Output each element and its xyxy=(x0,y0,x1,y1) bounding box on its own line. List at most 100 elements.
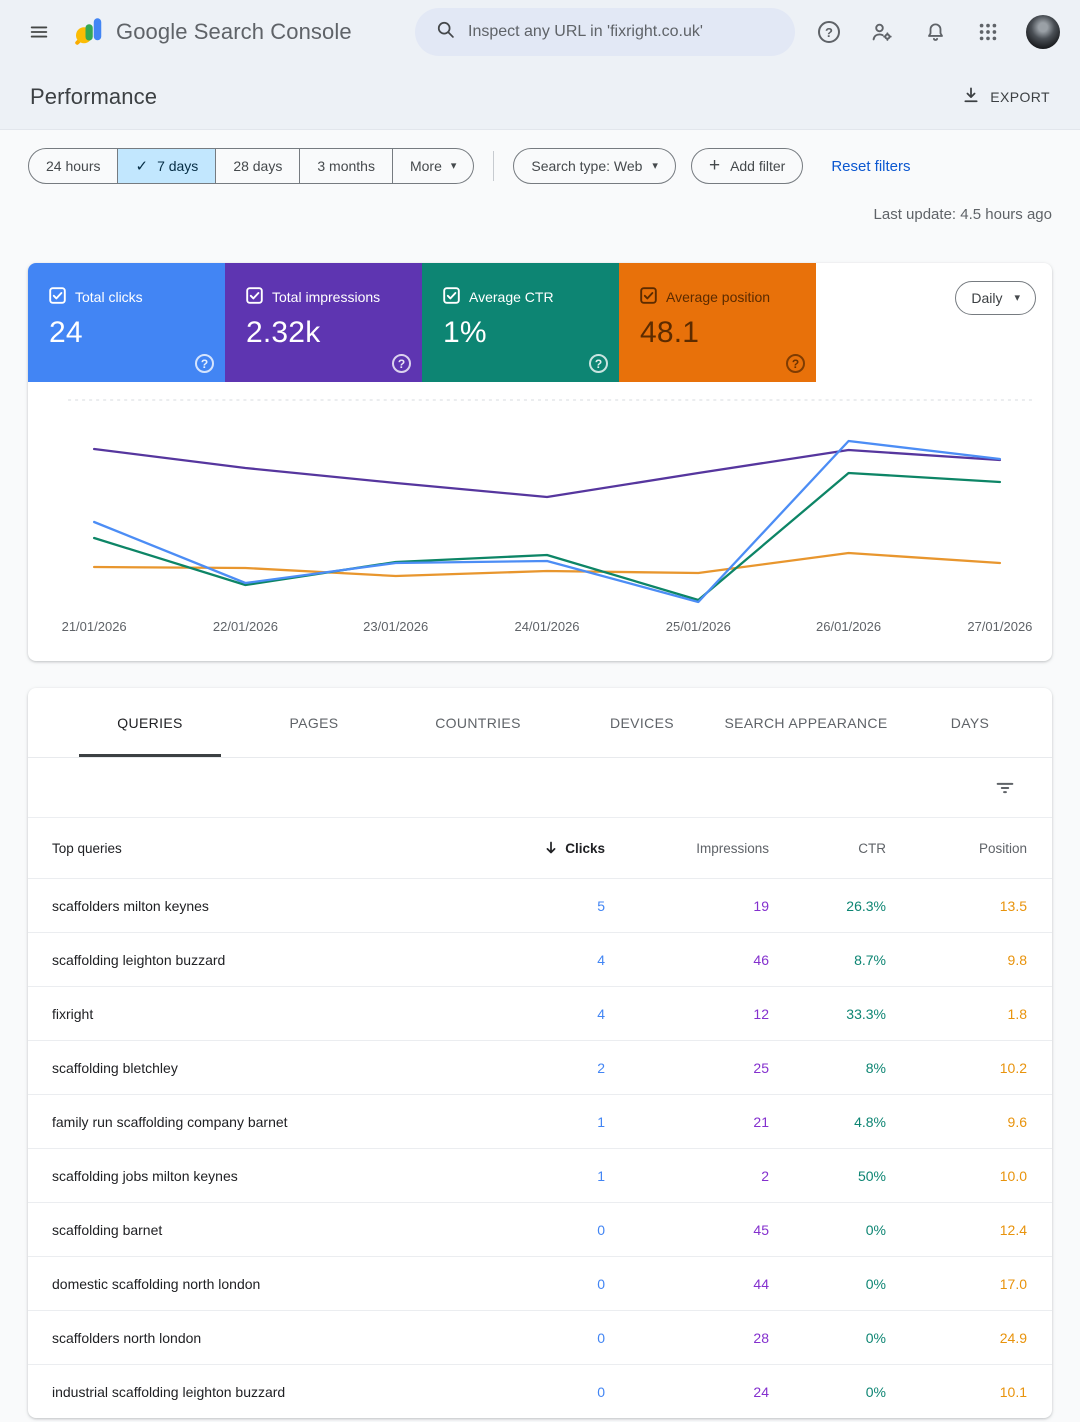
tab-queries[interactable]: QUERIES xyxy=(68,688,232,757)
table-row[interactable]: family run scaffolding company barnet121… xyxy=(28,1094,1052,1148)
metric-label: Total impressions xyxy=(272,289,380,305)
query-cell[interactable]: scaffolding bletchley xyxy=(52,1060,475,1076)
metric-help-icon[interactable]: ? xyxy=(589,354,608,373)
metric-tiles: Total clicks24?Total impressions2.32k?Av… xyxy=(28,263,816,382)
table-row[interactable]: fixright41233.3%1.8 xyxy=(28,986,1052,1040)
column-header-impressions[interactable]: Impressions xyxy=(605,841,769,856)
clicks-value: 4 xyxy=(475,1006,605,1022)
table-header-row: Top queriesClicksImpressionsCTRPosition xyxy=(28,818,1052,878)
clicks-value: 1 xyxy=(475,1114,605,1130)
query-cell[interactable]: scaffolders north london xyxy=(52,1330,475,1346)
chevron-down-icon: ▾ xyxy=(451,161,457,172)
date-range-chip-7-days[interactable]: ✓7 days xyxy=(118,148,216,184)
position-value: 10.2 xyxy=(886,1060,1027,1076)
add-filter-chip[interactable]: + Add filter xyxy=(691,148,803,184)
checked-checkbox-icon[interactable] xyxy=(443,287,460,307)
query-cell[interactable]: scaffolders milton keynes xyxy=(52,898,475,914)
column-header-clicks[interactable]: Clicks xyxy=(475,840,605,856)
search-type-chip[interactable]: Search type: Web ▾ xyxy=(513,148,676,184)
google-search-console-app: Google Search Console ? xyxy=(0,0,1080,1422)
help-button[interactable]: ? xyxy=(808,11,850,53)
metric-help-icon[interactable]: ? xyxy=(392,354,411,373)
position-value: 10.1 xyxy=(886,1384,1027,1400)
chip-label: 28 days xyxy=(233,158,282,174)
date-range-chip-3-months[interactable]: 3 months xyxy=(300,148,393,184)
metric-tile-average-ctr[interactable]: Average CTR1%? xyxy=(422,263,619,382)
metric-label: Average CTR xyxy=(469,289,554,305)
plus-icon: + xyxy=(709,156,720,175)
date-range-chip-24-hours[interactable]: 24 hours xyxy=(28,148,118,184)
ctr-value: 26.3% xyxy=(769,898,886,914)
date-range-chip-more[interactable]: More▾ xyxy=(393,148,474,184)
tab-devices[interactable]: DEVICES xyxy=(560,688,724,757)
ctr-value: 0% xyxy=(769,1384,886,1400)
query-cell[interactable]: family run scaffolding company barnet xyxy=(52,1114,475,1130)
column-header-position[interactable]: Position xyxy=(886,841,1027,856)
table-row[interactable]: scaffolding barnet0450%12.4 xyxy=(28,1202,1052,1256)
export-button[interactable]: EXPORT xyxy=(961,85,1050,108)
interval-selector-wrap: Daily ▾ xyxy=(955,263,1052,382)
tab-countries[interactable]: COUNTRIES xyxy=(396,688,560,757)
ctr-value: 8.7% xyxy=(769,952,886,968)
query-cell[interactable]: fixright xyxy=(52,1006,475,1022)
performance-line-chart[interactable]: 21/01/202622/01/202623/01/202624/01/2026… xyxy=(28,382,1052,661)
metric-tile-average-position[interactable]: Average position48.1? xyxy=(619,263,816,382)
clicks-value: 5 xyxy=(475,898,605,914)
metric-help-icon[interactable]: ? xyxy=(195,354,214,373)
table-row[interactable]: scaffolding jobs milton keynes1250%10.0 xyxy=(28,1148,1052,1202)
interval-dropdown[interactable]: Daily ▾ xyxy=(955,281,1036,315)
metric-help-icon[interactable]: ? xyxy=(786,354,805,373)
table-row[interactable]: scaffolding bletchley2258%10.2 xyxy=(28,1040,1052,1094)
chip-label: 24 hours xyxy=(46,158,100,174)
impressions-value: 28 xyxy=(605,1330,769,1346)
tab-days[interactable]: DAYS xyxy=(888,688,1052,757)
clicks-value: 4 xyxy=(475,952,605,968)
clicks-value: 1 xyxy=(475,1168,605,1184)
query-cell[interactable]: scaffolding jobs milton keynes xyxy=(52,1168,475,1184)
checked-checkbox-icon[interactable] xyxy=(640,287,657,307)
url-inspection-input[interactable] xyxy=(468,23,785,41)
table-row[interactable]: scaffolders milton keynes51926.3%13.5 xyxy=(28,878,1052,932)
google-apps-button[interactable] xyxy=(967,11,1009,53)
column-header-ctr[interactable]: CTR xyxy=(769,841,886,856)
query-cell[interactable]: domestic scaffolding north london xyxy=(52,1276,475,1292)
metric-tile-total-clicks[interactable]: Total clicks24? xyxy=(28,263,225,382)
url-inspection-searchbox[interactable] xyxy=(415,8,795,56)
interval-label: Daily xyxy=(971,290,1002,306)
query-cell[interactable]: scaffolding leighton buzzard xyxy=(52,952,475,968)
reset-filters-link[interactable]: Reset filters xyxy=(831,158,910,175)
checked-checkbox-icon[interactable] xyxy=(49,287,66,307)
tab-pages[interactable]: PAGES xyxy=(232,688,396,757)
clicks-value: 0 xyxy=(475,1384,605,1400)
notifications-button[interactable] xyxy=(914,11,956,53)
tab-search-appearance[interactable]: SEARCH APPEARANCE xyxy=(724,688,888,757)
gsc-logo[interactable]: Google Search Console xyxy=(74,15,352,50)
x-axis-tick-label: 26/01/2026 xyxy=(816,619,881,634)
hamburger-menu-button[interactable] xyxy=(18,11,60,53)
clicks-value: 2 xyxy=(475,1060,605,1076)
table-row[interactable]: scaffolders north london0280%24.9 xyxy=(28,1310,1052,1364)
table-row[interactable]: scaffolding leighton buzzard4468.7%9.8 xyxy=(28,932,1052,986)
account-avatar[interactable] xyxy=(1026,15,1060,49)
query-cell[interactable]: scaffolding barnet xyxy=(52,1222,475,1238)
x-axis-tick-label: 24/01/2026 xyxy=(514,619,579,634)
metric-tile-head: Average CTR xyxy=(443,287,619,307)
manage-users-button[interactable] xyxy=(861,11,903,53)
notifications-bell-icon xyxy=(924,21,947,44)
product-name: Google Search Console xyxy=(116,19,352,45)
position-value: 24.9 xyxy=(886,1330,1027,1346)
table-body: scaffolders milton keynes51926.3%13.5sca… xyxy=(28,878,1052,1418)
metric-tile-total-impressions[interactable]: Total impressions2.32k? xyxy=(225,263,422,382)
checked-checkbox-icon[interactable] xyxy=(246,287,263,307)
apps-grid-icon xyxy=(977,21,999,43)
x-axis-tick-label: 25/01/2026 xyxy=(666,619,731,634)
table-row[interactable]: domestic scaffolding north london0440%17… xyxy=(28,1256,1052,1310)
performance-report: 24 hours ✓7 days 28 days 3 monthsMore▾ Sear… xyxy=(0,130,1080,1418)
table-row[interactable]: industrial scaffolding leighton buzzard0… xyxy=(28,1364,1052,1418)
table-filter-button[interactable] xyxy=(984,767,1026,809)
date-range-chip-28-days[interactable]: 28 days xyxy=(216,148,300,184)
ctr-value: 0% xyxy=(769,1276,886,1292)
chevron-down-icon: ▾ xyxy=(1014,293,1020,304)
query-cell[interactable]: industrial scaffolding leighton buzzard xyxy=(52,1384,475,1400)
x-axis-tick-label: 21/01/2026 xyxy=(62,619,127,634)
